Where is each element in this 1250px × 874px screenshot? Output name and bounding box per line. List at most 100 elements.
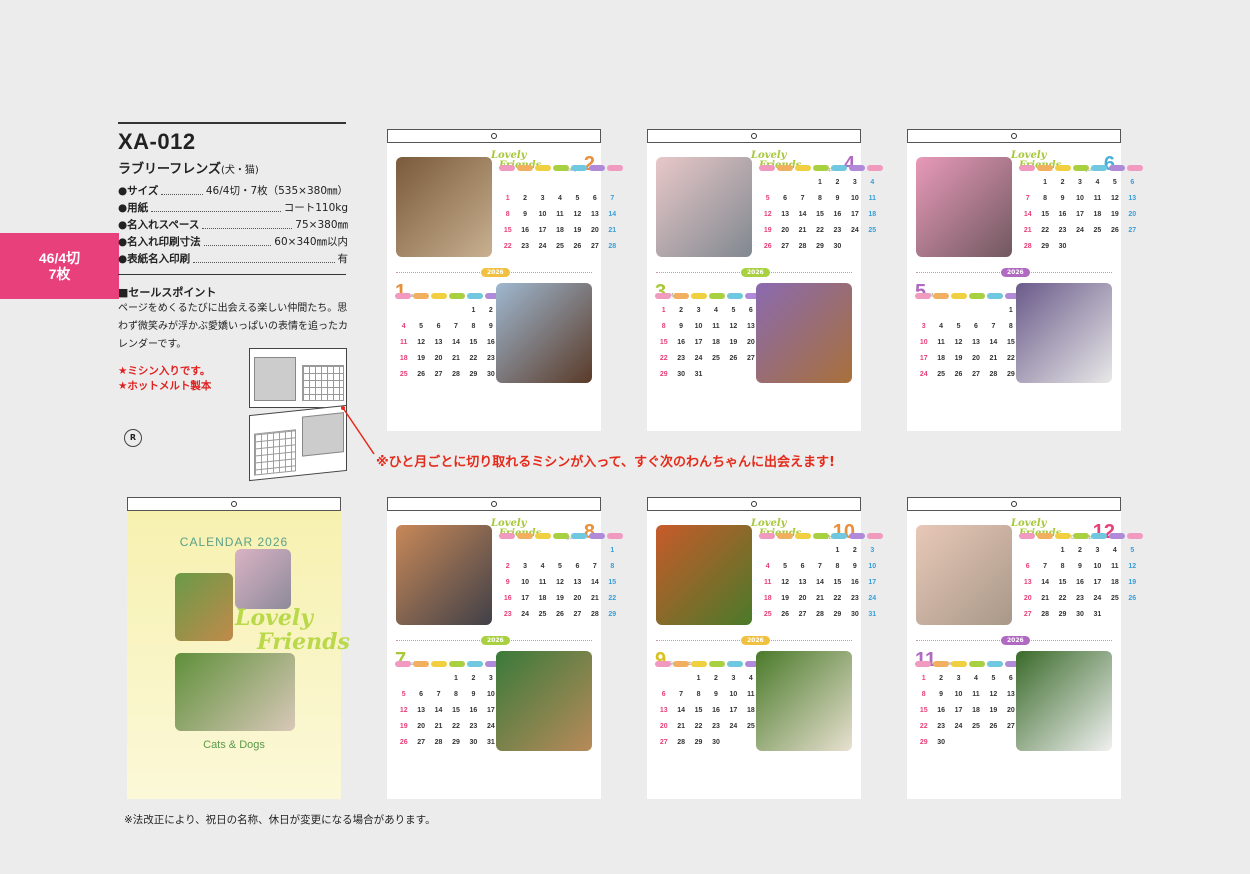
cover-title: CALENDAR 2026 — [179, 535, 289, 549]
bottom-month-photo — [756, 283, 852, 383]
weekday-dot — [831, 165, 847, 171]
day-cell — [985, 303, 1002, 319]
day-cell: 27 — [659, 739, 668, 746]
day-cell: 3 — [523, 563, 528, 570]
day-cell: 7 — [1025, 195, 1030, 202]
top-month-photo — [656, 525, 752, 625]
day-cell: 17 — [919, 355, 928, 362]
day-cell: 9 — [505, 579, 510, 586]
calendar-page: LovelyFriends10October123456789101112131… — [647, 511, 883, 799]
weekday-dot — [413, 661, 429, 667]
day-cell: 28 — [434, 739, 443, 746]
calendar-grid: 1234567891011121314151617181920212223242… — [759, 175, 881, 255]
day-cell: 10 — [1093, 563, 1102, 570]
day-cell: 15 — [1058, 579, 1067, 586]
day-cell: 22 — [608, 595, 617, 602]
day-cell: 24 — [1076, 227, 1084, 234]
day-cell: 25 — [1110, 595, 1119, 602]
day-cell: 8 — [1043, 195, 1048, 202]
day-cell: 14 — [816, 579, 824, 586]
day-cell: 19 — [781, 595, 790, 602]
day-cell — [412, 303, 429, 319]
day-cell: 29 — [816, 243, 824, 250]
day-cell: 25 — [399, 371, 408, 378]
day-cell: 29 — [1041, 243, 1050, 250]
day-cell: 1 — [818, 179, 822, 186]
day-cell: 5 — [419, 323, 424, 330]
day-cell: 24 — [919, 371, 928, 378]
day-cell: 16 — [833, 211, 842, 218]
weekday-dot — [535, 533, 551, 539]
day-cell: 28 — [989, 371, 998, 378]
weekday-dot — [1055, 533, 1071, 539]
day-cell — [1036, 543, 1053, 559]
day-cell: 3 — [696, 307, 701, 314]
day-cell: 23 — [1058, 227, 1067, 234]
day-cell: 13 — [1023, 579, 1032, 586]
day-cell: 12 — [1110, 195, 1119, 202]
day-cell: 11 — [937, 339, 945, 346]
weekday-dot — [951, 293, 967, 299]
day-cell: 7 — [800, 195, 805, 202]
day-cell: 7 — [679, 691, 684, 698]
day-cell: 14 — [590, 579, 599, 586]
day-cell: 22 — [1041, 227, 1050, 234]
year-badge: 2026 — [481, 636, 510, 645]
day-cell: 12 — [399, 707, 408, 714]
day-cell — [534, 175, 551, 191]
bottom-month-photo — [756, 651, 852, 751]
weekday-dot — [987, 661, 1003, 667]
day-cell: 11 — [712, 323, 720, 330]
weekday-dot — [777, 533, 793, 539]
calendar-grid: 1234567891011121314151617181920212223242… — [759, 543, 881, 623]
day-cell: 30 — [677, 371, 686, 378]
day-cell: 19 — [1110, 211, 1119, 218]
day-cell: 20 — [434, 355, 443, 362]
day-cell: 4 — [1112, 547, 1117, 554]
day-cell: 28 — [677, 739, 686, 746]
day-cell: 23 — [937, 723, 946, 730]
hanger-hole — [751, 501, 757, 507]
day-cell: 3 — [956, 675, 961, 682]
day-cell: 4 — [540, 563, 545, 570]
day-cell: 5 — [783, 563, 788, 570]
day-cell: 1 — [661, 307, 666, 314]
weekday-dot — [759, 165, 775, 171]
day-cell: 2 — [1060, 179, 1065, 186]
weekday-dot — [915, 293, 931, 299]
cover-subtitle: Cats & Dogs — [203, 739, 265, 751]
day-cell: 31 — [694, 371, 703, 378]
hanger-hole — [1011, 133, 1017, 139]
day-cell: 8 — [835, 563, 840, 570]
day-cell: 11 — [556, 211, 564, 218]
day-cell — [516, 175, 533, 191]
day-cell: 8 — [610, 563, 615, 570]
day-cell: 6 — [592, 195, 597, 202]
day-cell: 30 — [850, 611, 859, 618]
weekday-dot — [1091, 533, 1107, 539]
day-cell: 26 — [417, 371, 426, 378]
weekday-dot — [795, 533, 811, 539]
weekday-dot — [1037, 165, 1053, 171]
day-cell: 22 — [1058, 595, 1067, 602]
day-cell: 10 — [729, 691, 738, 698]
day-cell: 2 — [471, 675, 476, 682]
day-cell: 14 — [1041, 579, 1050, 586]
day-cell: 7 — [610, 195, 615, 202]
weekday-dot — [1091, 165, 1107, 171]
weekday-dot — [517, 165, 533, 171]
day-cell: 18 — [972, 707, 980, 714]
day-cell: 9 — [1078, 563, 1082, 570]
day-cell: 29 — [919, 739, 928, 746]
weekday-dot — [777, 165, 793, 171]
day-cell: 6 — [800, 563, 805, 570]
day-cell: 12 — [556, 579, 564, 586]
day-cell — [811, 543, 828, 559]
weekday-dot — [395, 293, 411, 299]
day-cell: 14 — [608, 211, 617, 218]
day-cell: 26 — [989, 723, 998, 730]
day-cell: 22 — [816, 227, 824, 234]
day-cell: 5 — [401, 691, 406, 698]
day-cell: 12 — [954, 339, 963, 346]
day-cell: 17 — [729, 707, 738, 714]
